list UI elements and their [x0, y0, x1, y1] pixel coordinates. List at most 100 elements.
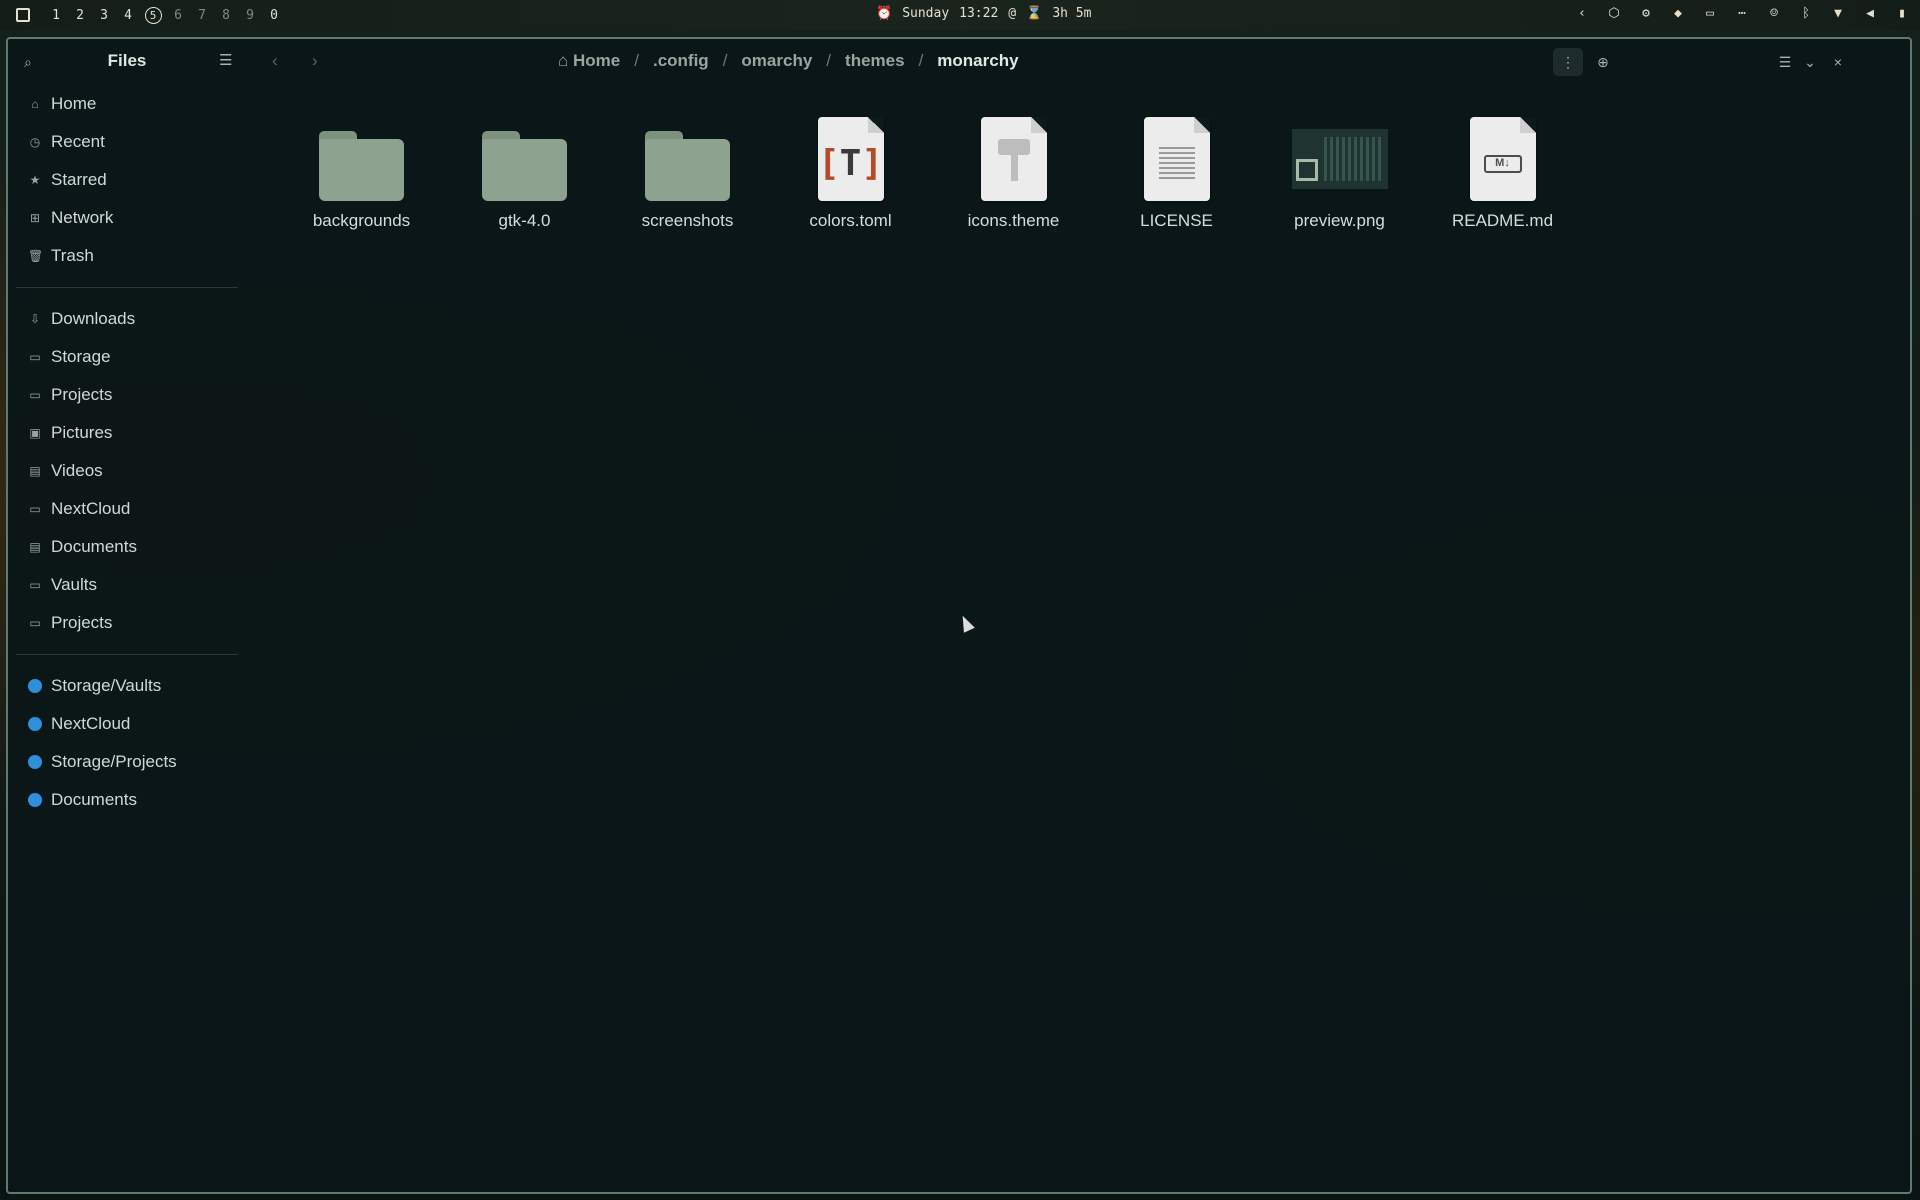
header-bar: ‹ › ⌂ Home / .config / omarchy / themes … [246, 39, 1910, 85]
display-icon[interactable]: ▭ [1702, 6, 1718, 21]
workspace-6[interactable]: 6 [166, 8, 190, 23]
package-icon[interactable]: ⬡ [1606, 6, 1622, 21]
hamburger-menu-icon[interactable]: ☰ [219, 51, 232, 69]
sidebar-item-storage-vaults[interactable]: Storage/Vaults [8, 667, 246, 705]
file-name: preview.png [1294, 211, 1385, 230]
bot-icon[interactable]: ☺ [1766, 6, 1782, 21]
sidebar-item-nextcloud-mount[interactable]: NextCloud [8, 705, 246, 743]
folder-icon: ▭ [29, 388, 41, 402]
gear-icon[interactable]: ⚙ [1638, 6, 1654, 21]
workspace-4[interactable]: 4 [116, 8, 140, 23]
file-item[interactable]: preview.png [1258, 111, 1421, 231]
file-name: backgrounds [312, 211, 411, 230]
sidebar-header: ⌕ Files ☰ [8, 39, 246, 85]
file-name: screenshots [641, 211, 734, 230]
workspace-1[interactable]: 1 [44, 8, 68, 23]
cloud-icon [28, 717, 42, 731]
breadcrumb-label: Home [573, 51, 621, 70]
file-item[interactable]: screenshots [606, 111, 769, 231]
workspace-3[interactable]: 3 [92, 8, 116, 23]
sidebar-item-label: Starred [51, 170, 107, 189]
sidebar-item-projects-2[interactable]: ▭ Projects [8, 604, 246, 642]
file-item[interactable]: M↓ README.md [1421, 111, 1584, 231]
sidebar-item-label: Storage [51, 347, 111, 366]
sidebar-item-storage-projects[interactable]: Storage/Projects [8, 743, 246, 781]
folder-icon [319, 131, 404, 201]
more-options-icon[interactable]: ⋮ [1553, 48, 1583, 76]
sidebar-item-trash[interactable]: 🗑 Trash [8, 237, 246, 275]
sidebar-item-pictures[interactable]: ▣ Pictures [8, 414, 246, 452]
new-folder-icon[interactable]: ⊕ [1588, 48, 1618, 76]
battery-icon[interactable]: ▮ [1894, 6, 1910, 21]
file-item[interactable]: gtk-4.0 [443, 111, 606, 231]
sidebar-item-documents[interactable]: ▤ Documents [8, 528, 246, 566]
file-grid: backgrounds gtk-4.0 screenshots [T] colo… [280, 111, 1584, 231]
file-name: LICENSE [1140, 211, 1213, 230]
file-item[interactable]: backgrounds [280, 111, 443, 231]
sidebar-item-projects[interactable]: ▭ Projects [8, 376, 246, 414]
bluetooth-icon[interactable]: ᛒ [1798, 6, 1814, 21]
workspace-5[interactable]: 5 [144, 6, 162, 24]
launcher-icon[interactable] [16, 8, 30, 22]
breadcrumb-home[interactable]: ⌂ Home [558, 51, 620, 71]
workspace-2[interactable]: 2 [68, 8, 92, 23]
places-list: ⌂ Home ◷ Recent ★ Starred ⊞ Network 🗑 Trash [8, 85, 246, 275]
sidebar-item-label: Trash [51, 246, 94, 265]
breadcrumb-config[interactable]: .config [653, 51, 709, 71]
file-item[interactable]: icons.theme [932, 111, 1095, 231]
clock[interactable]: ⏰ Sunday 13:22 @ ⌛ 3h 5m [876, 6, 1091, 21]
breadcrumb-separator: / [918, 51, 924, 70]
chevron-down-icon[interactable]: ⌄ [1795, 48, 1825, 76]
breadcrumb: ⌂ Home / .config / omarchy / themes / mo… [558, 51, 1019, 71]
app-title: Files [107, 51, 147, 70]
files-window: ⌕ Files ☰ ⌂ Home ◷ Recent ★ Starred ⊞ Networ… [6, 37, 1912, 1194]
tag-icon[interactable]: ◆ [1670, 6, 1686, 21]
chevron-left-icon[interactable]: ‹ [1574, 6, 1590, 21]
folder-icon [645, 131, 730, 201]
file-item[interactable]: [T] colors.toml [769, 111, 932, 231]
back-icon[interactable]: ‹ [272, 51, 278, 71]
sidebar-item-label: Documents [51, 790, 137, 809]
file-name: gtk-4.0 [498, 211, 551, 230]
sidebar-item-label: Pictures [51, 423, 113, 442]
video-icon: ▤ [29, 464, 41, 478]
sidebar-item-home[interactable]: ⌂ Home [8, 85, 246, 123]
clock-icon: ◷ [29, 135, 41, 149]
file-item[interactable]: LICENSE [1095, 111, 1258, 231]
sidebar-item-recent[interactable]: ◷ Recent [8, 123, 246, 161]
workspace-8[interactable]: 8 [214, 8, 238, 23]
sidebar-item-vaults[interactable]: ▭ Vaults [8, 566, 246, 604]
sidebar-item-label: Documents [51, 537, 137, 556]
sidebar-item-network[interactable]: ⊞ Network [8, 199, 246, 237]
breadcrumb-omarchy[interactable]: omarchy [741, 51, 812, 71]
mounts-list: Storage/Vaults NextCloud Storage/Project… [8, 667, 246, 819]
sidebar-item-label: Storage/Projects [51, 752, 177, 771]
close-icon[interactable]: × [1823, 48, 1853, 76]
sidebar-item-storage[interactable]: ▭ Storage [8, 338, 246, 376]
folder-icon: ▭ [29, 578, 41, 592]
breadcrumb-monarchy[interactable]: monarchy [937, 51, 1018, 71]
top-bar: 1 2 3 4 5 6 7 8 9 0 ⏰ Sunday 13:22 @ ⌛ 3… [0, 0, 1920, 30]
volume-icon[interactable]: ◀ [1862, 6, 1878, 21]
sidebar-item-label: Downloads [51, 309, 136, 328]
apps-grid-icon[interactable]: ⋯ [1734, 6, 1750, 21]
sidebar-item-label: Home [51, 94, 97, 113]
sidebar-item-videos[interactable]: ▤ Videos [8, 452, 246, 490]
sidebar-item-label: Videos [51, 461, 103, 480]
workspace-0[interactable]: 0 [262, 8, 286, 23]
sidebar-item-starred[interactable]: ★ Starred [8, 161, 246, 199]
wifi-icon[interactable]: ▼ [1830, 6, 1846, 21]
cloud-icon [28, 755, 42, 769]
file-name: colors.toml [809, 211, 892, 230]
workspace-7[interactable]: 7 [190, 8, 214, 23]
cloud-icon [28, 793, 42, 807]
paint-roller-icon [980, 117, 1047, 201]
sidebar-item-nextcloud[interactable]: ▭ NextCloud [8, 490, 246, 528]
sidebar-item-documents-mount[interactable]: Documents [8, 781, 246, 819]
breadcrumb-separator: / [634, 51, 639, 70]
workspace-9[interactable]: 9 [238, 8, 262, 23]
breadcrumb-separator: / [826, 51, 832, 70]
breadcrumb-themes[interactable]: themes [845, 51, 905, 71]
sidebar-item-downloads[interactable]: ⇩ Downloads [8, 300, 246, 338]
forward-icon[interactable]: › [312, 51, 318, 71]
